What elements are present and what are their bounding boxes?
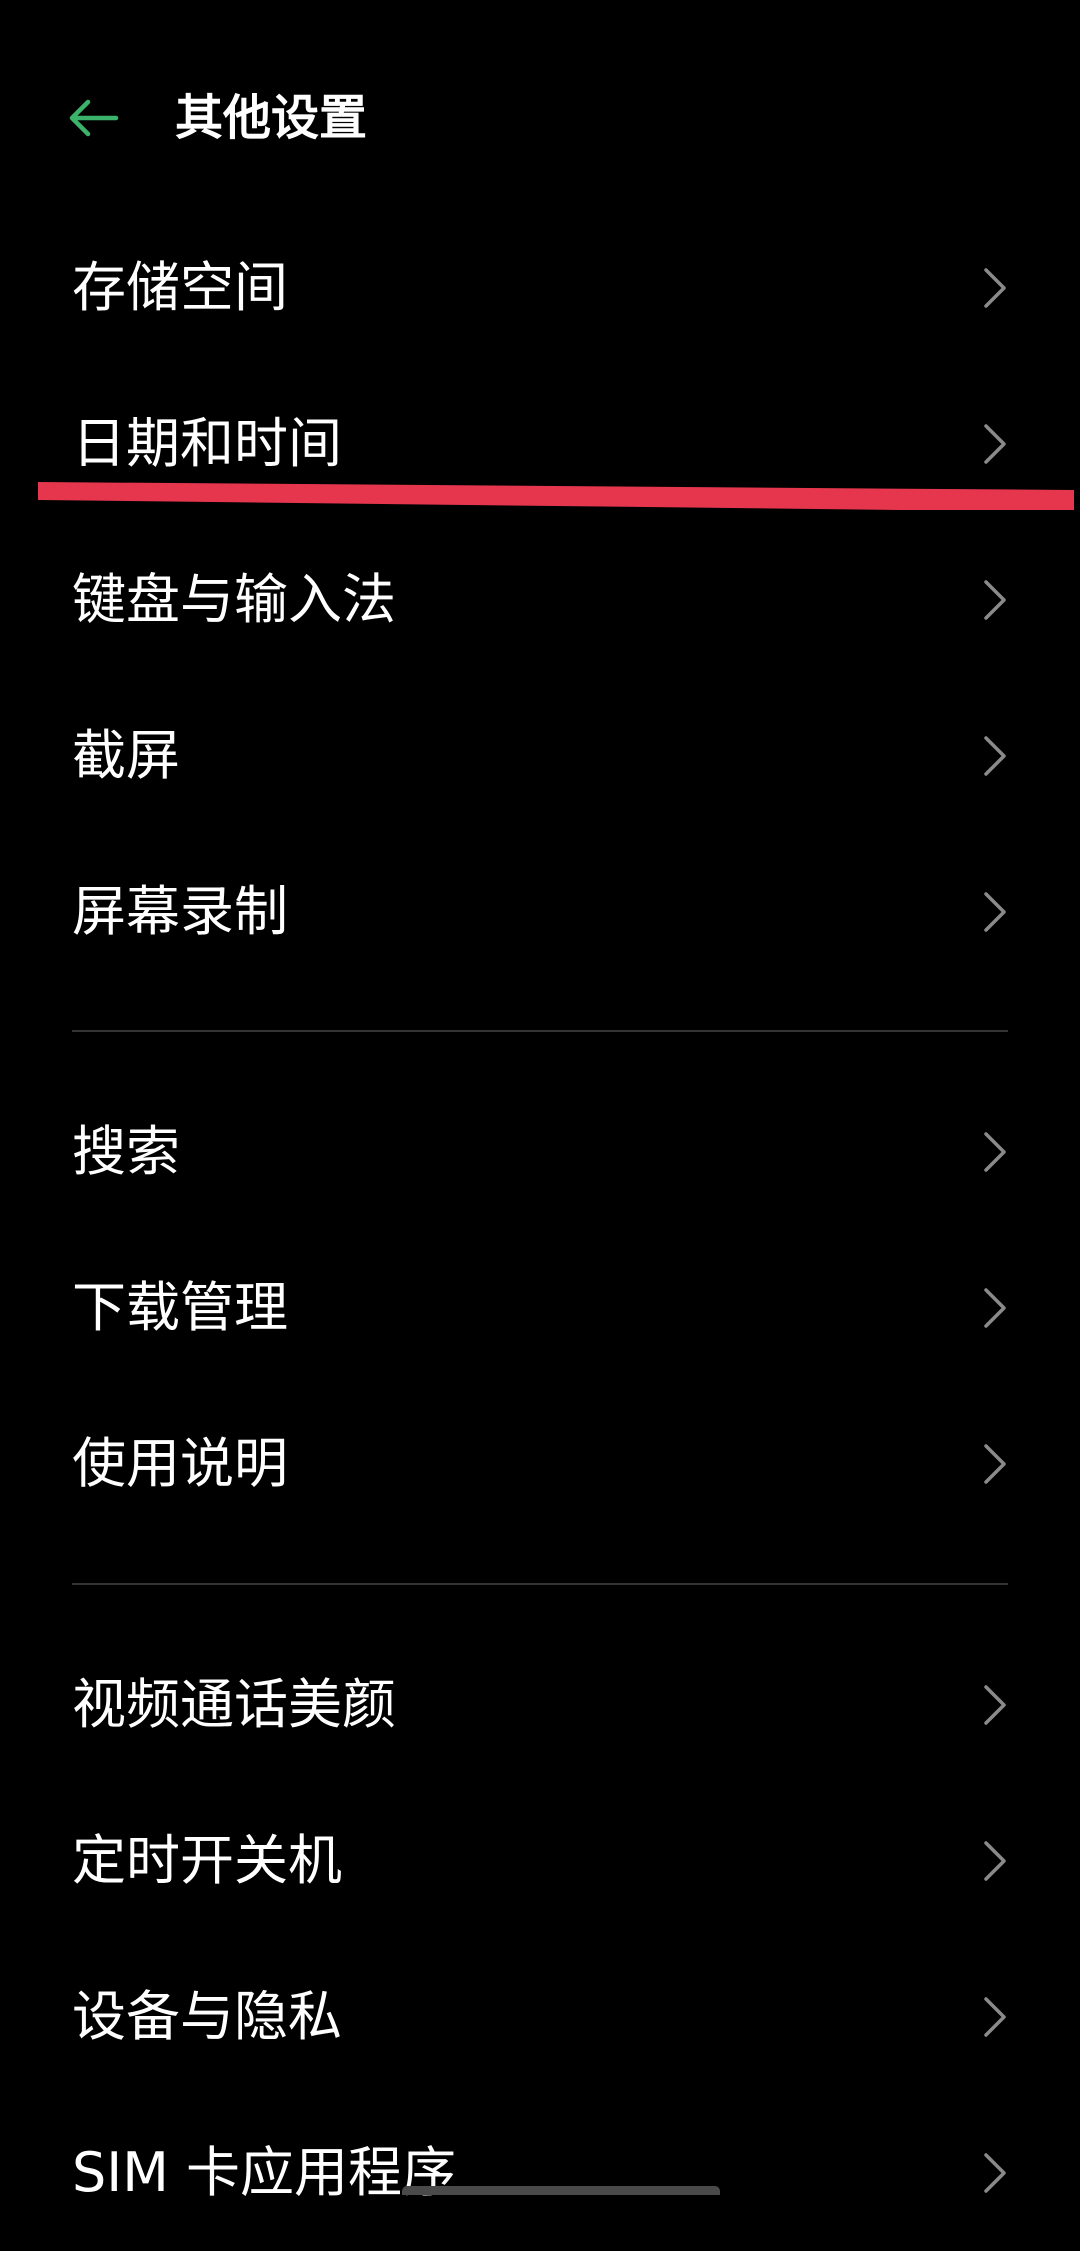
settings-item-label: 键盘与输入法	[72, 568, 396, 631]
settings-item-label: 截屏	[72, 724, 180, 787]
settings-item-label: 屏幕录制	[72, 880, 288, 943]
settings-item-storage[interactable]: 存储空间	[0, 210, 1080, 366]
settings-item-scheduled-power[interactable]: 定时开关机	[0, 1783, 1080, 1939]
settings-item-user-guide[interactable]: 使用说明	[0, 1386, 1080, 1542]
chevron-right-icon	[984, 424, 1006, 464]
section-divider	[72, 1030, 1008, 1032]
settings-item-label: 使用说明	[72, 1432, 288, 1495]
settings-item-label: 搜索	[72, 1120, 180, 1183]
chevron-right-icon	[984, 892, 1006, 932]
chevron-right-icon	[984, 1444, 1006, 1484]
settings-item-download-manager[interactable]: 下载管理	[0, 1230, 1080, 1386]
settings-item-label: 定时开关机	[72, 1829, 342, 1892]
chevron-right-icon	[984, 1288, 1006, 1328]
chevron-right-icon	[984, 1841, 1006, 1881]
settings-item-sim-toolkit[interactable]: SIM 卡应用程序	[0, 2095, 1080, 2251]
red-underline-annotation	[38, 482, 1074, 510]
settings-item-label: 设备与隐私	[72, 1985, 342, 2048]
settings-item-keyboard-input[interactable]: 键盘与输入法	[0, 522, 1080, 678]
settings-item-label: 日期和时间	[72, 412, 342, 475]
chevron-right-icon	[984, 268, 1006, 308]
chevron-right-icon	[984, 580, 1006, 620]
settings-item-label: 下载管理	[72, 1276, 288, 1339]
settings-item-search[interactable]: 搜索	[0, 1074, 1080, 1230]
settings-item-label: SIM 卡应用程序	[72, 2141, 456, 2204]
chevron-right-icon	[984, 736, 1006, 776]
settings-item-screenshot[interactable]: 截屏	[0, 678, 1080, 834]
arrow-left-icon	[69, 99, 119, 137]
chevron-right-icon	[984, 1685, 1006, 1725]
chevron-right-icon	[984, 1997, 1006, 2037]
settings-item-label: 存储空间	[72, 256, 288, 319]
page-title: 其他设置	[175, 90, 368, 146]
settings-item-device-privacy[interactable]: 设备与隐私	[0, 1939, 1080, 2095]
settings-item-label: 视频通话美颜	[72, 1673, 396, 1736]
section-divider	[72, 1583, 1008, 1585]
chevron-right-icon	[984, 2153, 1006, 2193]
header-bar: 其他设置	[0, 58, 1080, 178]
home-indicator[interactable]	[402, 2186, 720, 2195]
settings-item-video-call-beauty[interactable]: 视频通话美颜	[0, 1627, 1080, 1783]
chevron-right-icon	[984, 1132, 1006, 1172]
settings-item-screen-recording[interactable]: 屏幕录制	[0, 834, 1080, 990]
back-button[interactable]	[48, 82, 138, 154]
